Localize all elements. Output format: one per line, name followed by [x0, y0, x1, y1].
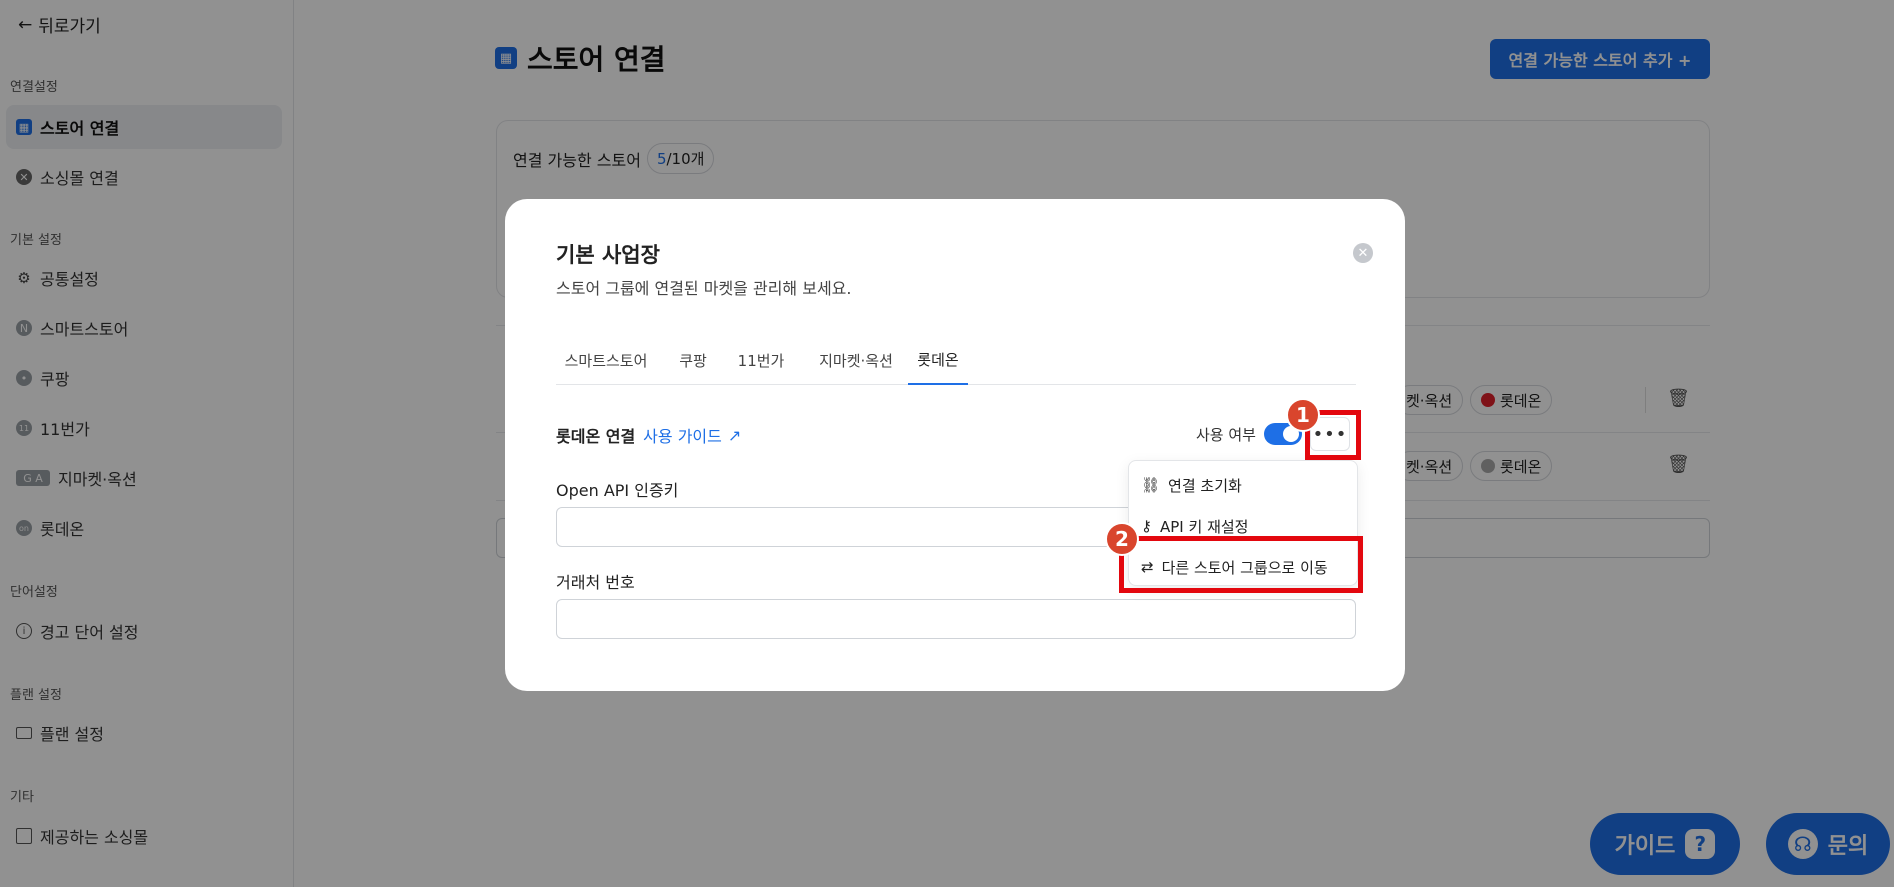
highlight-move-group: [1119, 536, 1363, 593]
menu-item-reset-connection[interactable]: ⛓ 연결 초기화: [1141, 467, 1242, 503]
vendor-number-input[interactable]: [556, 599, 1356, 639]
market-tabs: 스마트스토어 쿠팡 11번가 지마켓·옥션 롯데온: [556, 336, 1356, 385]
tab-coupang[interactable]: 쿠팡: [668, 336, 718, 385]
step-badge-1: 1: [1286, 398, 1320, 432]
usage-guide-link[interactable]: 사용 가이드 ↗: [643, 423, 741, 447]
connection-header: 롯데온 연결 사용 가이드 ↗: [556, 423, 741, 447]
tab-lotteon[interactable]: 롯데온: [908, 336, 968, 385]
modal-subtitle: 스토어 그룹에 연결된 마켓을 관리해 보세요.: [556, 279, 852, 298]
store-group-modal: 기본 사업장 스토어 그룹에 연결된 마켓을 관리해 보세요. ✕ 스마트스토어…: [505, 199, 1405, 691]
tab-smartstore[interactable]: 스마트스토어: [556, 336, 656, 385]
use-toggle-label: 사용 여부: [1196, 426, 1256, 444]
vendor-number-label: 거래처 번호: [556, 573, 635, 592]
modal-title: 기본 사업장: [556, 243, 660, 267]
tab-11st[interactable]: 11번가: [728, 336, 794, 385]
connection-label: 롯데온 연결: [556, 427, 636, 446]
api-key-label: Open API 인증키: [556, 481, 679, 500]
step-badge-2: 2: [1105, 522, 1139, 556]
usage-guide-label: 사용 가이드: [643, 427, 722, 446]
key-icon: ⚷: [1141, 517, 1152, 535]
external-link-icon: ↗: [727, 425, 742, 445]
unlink-icon: ⛓: [1141, 476, 1161, 494]
menu-item-label: API 키 재설정: [1160, 517, 1249, 536]
menu-item-label: 연결 초기화: [1168, 476, 1242, 495]
tab-gmarket-auction[interactable]: 지마켓·옥션: [806, 336, 906, 385]
close-icon[interactable]: ✕: [1353, 243, 1373, 263]
